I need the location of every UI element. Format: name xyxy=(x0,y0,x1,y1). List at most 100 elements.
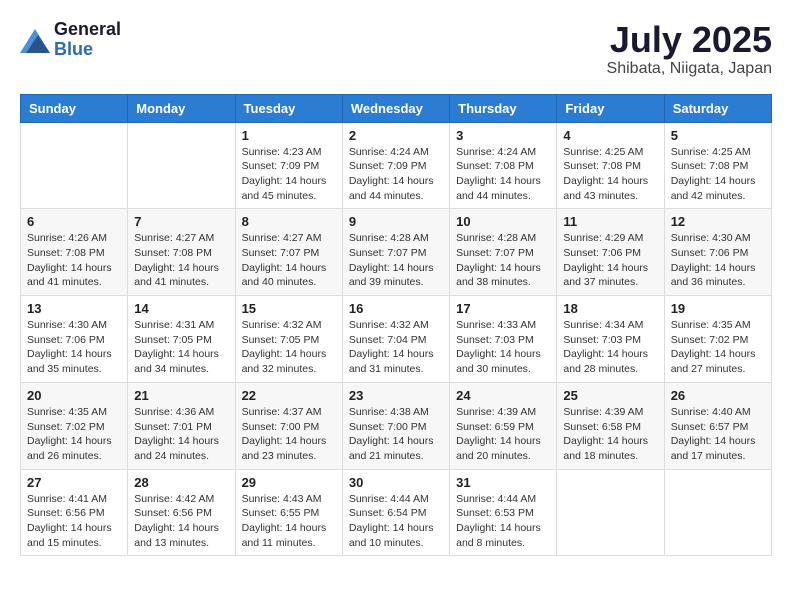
calendar-cell: 29 Sunrise: 4:43 AM Sunset: 6:55 PM Dayli… xyxy=(235,469,342,556)
calendar-cell: 3 Sunrise: 4:24 AM Sunset: 7:08 PM Daylig… xyxy=(450,122,557,209)
calendar-table: Sunday Monday Tuesday Wednesday Thursday… xyxy=(20,94,772,557)
day-info: Sunrise: 4:26 AM Sunset: 7:08 PM Dayligh… xyxy=(27,231,121,290)
logo-text: General Blue xyxy=(54,20,121,60)
day-info: Sunrise: 4:24 AM Sunset: 7:09 PM Dayligh… xyxy=(349,145,443,204)
calendar-cell: 2 Sunrise: 4:24 AM Sunset: 7:09 PM Daylig… xyxy=(342,122,449,209)
calendar-cell: 20 Sunrise: 4:35 AM Sunset: 7:02 PM Dayli… xyxy=(21,382,128,469)
day-info: Sunrise: 4:39 AM Sunset: 6:59 PM Dayligh… xyxy=(456,405,550,464)
day-info: Sunrise: 4:38 AM Sunset: 7:00 PM Dayligh… xyxy=(349,405,443,464)
logo-general-text: General xyxy=(54,20,121,40)
header-thursday: Thursday xyxy=(450,94,557,122)
calendar-cell xyxy=(664,469,771,556)
day-info: Sunrise: 4:41 AM Sunset: 6:56 PM Dayligh… xyxy=(27,492,121,551)
header-monday: Monday xyxy=(128,94,235,122)
calendar-cell: 14 Sunrise: 4:31 AM Sunset: 7:05 PM Dayli… xyxy=(128,296,235,383)
calendar-week-row-2: 6 Sunrise: 4:26 AM Sunset: 7:08 PM Daylig… xyxy=(21,209,772,296)
calendar-cell: 22 Sunrise: 4:37 AM Sunset: 7:00 PM Dayli… xyxy=(235,382,342,469)
calendar-cell xyxy=(21,122,128,209)
weekday-header-row: Sunday Monday Tuesday Wednesday Thursday… xyxy=(21,94,772,122)
calendar-week-row-5: 27 Sunrise: 4:41 AM Sunset: 6:56 PM Dayli… xyxy=(21,469,772,556)
header-friday: Friday xyxy=(557,94,664,122)
day-number: 8 xyxy=(242,214,336,229)
calendar-cell: 15 Sunrise: 4:32 AM Sunset: 7:05 PM Dayli… xyxy=(235,296,342,383)
calendar-cell: 30 Sunrise: 4:44 AM Sunset: 6:54 PM Dayli… xyxy=(342,469,449,556)
day-info: Sunrise: 4:31 AM Sunset: 7:05 PM Dayligh… xyxy=(134,318,228,377)
day-number: 30 xyxy=(349,475,443,490)
calendar-cell: 28 Sunrise: 4:42 AM Sunset: 6:56 PM Dayli… xyxy=(128,469,235,556)
day-info: Sunrise: 4:30 AM Sunset: 7:06 PM Dayligh… xyxy=(671,231,765,290)
day-info: Sunrise: 4:43 AM Sunset: 6:55 PM Dayligh… xyxy=(242,492,336,551)
logo-icon xyxy=(20,25,50,55)
day-number: 10 xyxy=(456,214,550,229)
calendar-cell: 10 Sunrise: 4:28 AM Sunset: 7:07 PM Dayli… xyxy=(450,209,557,296)
calendar-cell: 6 Sunrise: 4:26 AM Sunset: 7:08 PM Daylig… xyxy=(21,209,128,296)
day-info: Sunrise: 4:32 AM Sunset: 7:05 PM Dayligh… xyxy=(242,318,336,377)
day-number: 28 xyxy=(134,475,228,490)
day-number: 22 xyxy=(242,388,336,403)
calendar-cell: 18Sunrise: 4:34 AM Sunset: 7:03 PM Dayli… xyxy=(557,296,664,383)
day-number: 17 xyxy=(456,301,550,316)
logo: General Blue xyxy=(20,20,121,60)
page-header: General Blue July 2025 Shibata, Niigata,… xyxy=(20,20,772,78)
day-info: Sunrise: 4:28 AM Sunset: 7:07 PM Dayligh… xyxy=(456,231,550,290)
calendar-cell xyxy=(128,122,235,209)
day-number: 24 xyxy=(456,388,550,403)
day-number: 4 xyxy=(563,128,657,143)
day-number: 9 xyxy=(349,214,443,229)
day-info: Sunrise: 4:24 AM Sunset: 7:08 PM Dayligh… xyxy=(456,145,550,204)
calendar-cell: 25Sunrise: 4:39 AM Sunset: 6:58 PM Dayli… xyxy=(557,382,664,469)
day-number: 2 xyxy=(349,128,443,143)
day-info: Sunrise: 4:42 AM Sunset: 6:56 PM Dayligh… xyxy=(134,492,228,551)
calendar-cell: 11 Sunrise: 4:29 AM Sunset: 7:06 PM Dayli… xyxy=(557,209,664,296)
day-info: Sunrise: 4:39 AM Sunset: 6:58 PM Dayligh… xyxy=(563,405,657,464)
calendar-week-row-1: 1Sunrise: 4:23 AM Sunset: 7:09 PM Daylig… xyxy=(21,122,772,209)
calendar-week-row-3: 13Sunrise: 4:30 AM Sunset: 7:06 PM Dayli… xyxy=(21,296,772,383)
calendar-cell: 17 Sunrise: 4:33 AM Sunset: 7:03 PM Dayli… xyxy=(450,296,557,383)
calendar-cell: 16Sunrise: 4:32 AM Sunset: 7:04 PM Dayli… xyxy=(342,296,449,383)
calendar-cell: 5Sunrise: 4:25 AM Sunset: 7:08 PM Daylig… xyxy=(664,122,771,209)
day-number: 15 xyxy=(242,301,336,316)
day-info: Sunrise: 4:23 AM Sunset: 7:09 PM Dayligh… xyxy=(242,145,336,204)
day-info: Sunrise: 4:37 AM Sunset: 7:00 PM Dayligh… xyxy=(242,405,336,464)
day-info: Sunrise: 4:28 AM Sunset: 7:07 PM Dayligh… xyxy=(349,231,443,290)
day-number: 6 xyxy=(27,214,121,229)
calendar-cell: 21 Sunrise: 4:36 AM Sunset: 7:01 PM Dayli… xyxy=(128,382,235,469)
day-number: 3 xyxy=(456,128,550,143)
header-tuesday: Tuesday xyxy=(235,94,342,122)
day-number: 21 xyxy=(134,388,228,403)
day-number: 27 xyxy=(27,475,121,490)
calendar-cell: 1Sunrise: 4:23 AM Sunset: 7:09 PM Daylig… xyxy=(235,122,342,209)
day-info: Sunrise: 4:34 AM Sunset: 7:03 PM Dayligh… xyxy=(563,318,657,377)
title-section: July 2025 Shibata, Niigata, Japan xyxy=(607,20,772,78)
calendar-cell: 19Sunrise: 4:35 AM Sunset: 7:02 PM Dayli… xyxy=(664,296,771,383)
day-number: 14 xyxy=(134,301,228,316)
day-info: Sunrise: 4:35 AM Sunset: 7:02 PM Dayligh… xyxy=(27,405,121,464)
day-number: 20 xyxy=(27,388,121,403)
day-info: Sunrise: 4:27 AM Sunset: 7:07 PM Dayligh… xyxy=(242,231,336,290)
header-wednesday: Wednesday xyxy=(342,94,449,122)
calendar-cell: 4Sunrise: 4:25 AM Sunset: 7:08 PM Daylig… xyxy=(557,122,664,209)
day-number: 11 xyxy=(563,214,657,229)
calendar-cell: 23 Sunrise: 4:38 AM Sunset: 7:00 PM Dayli… xyxy=(342,382,449,469)
day-number: 23 xyxy=(349,388,443,403)
day-number: 26 xyxy=(671,388,765,403)
day-info: Sunrise: 4:33 AM Sunset: 7:03 PM Dayligh… xyxy=(456,318,550,377)
calendar-cell: 8 Sunrise: 4:27 AM Sunset: 7:07 PM Daylig… xyxy=(235,209,342,296)
location-subtitle: Shibata, Niigata, Japan xyxy=(607,60,772,78)
month-year-title: July 2025 xyxy=(607,20,772,60)
day-info: Sunrise: 4:29 AM Sunset: 7:06 PM Dayligh… xyxy=(563,231,657,290)
calendar-cell: 9 Sunrise: 4:28 AM Sunset: 7:07 PM Daylig… xyxy=(342,209,449,296)
calendar-week-row-4: 20 Sunrise: 4:35 AM Sunset: 7:02 PM Dayli… xyxy=(21,382,772,469)
day-info: Sunrise: 4:44 AM Sunset: 6:54 PM Dayligh… xyxy=(349,492,443,551)
day-info: Sunrise: 4:36 AM Sunset: 7:01 PM Dayligh… xyxy=(134,405,228,464)
day-info: Sunrise: 4:30 AM Sunset: 7:06 PM Dayligh… xyxy=(27,318,121,377)
day-number: 29 xyxy=(242,475,336,490)
calendar-cell: 24 Sunrise: 4:39 AM Sunset: 6:59 PM Dayli… xyxy=(450,382,557,469)
day-info: Sunrise: 4:40 AM Sunset: 6:57 PM Dayligh… xyxy=(671,405,765,464)
header-saturday: Saturday xyxy=(664,94,771,122)
calendar-cell: 13Sunrise: 4:30 AM Sunset: 7:06 PM Dayli… xyxy=(21,296,128,383)
day-number: 16 xyxy=(349,301,443,316)
calendar-cell: 26 Sunrise: 4:40 AM Sunset: 6:57 PM Dayli… xyxy=(664,382,771,469)
calendar-cell: 31Sunrise: 4:44 AM Sunset: 6:53 PM Dayli… xyxy=(450,469,557,556)
day-number: 19 xyxy=(671,301,765,316)
